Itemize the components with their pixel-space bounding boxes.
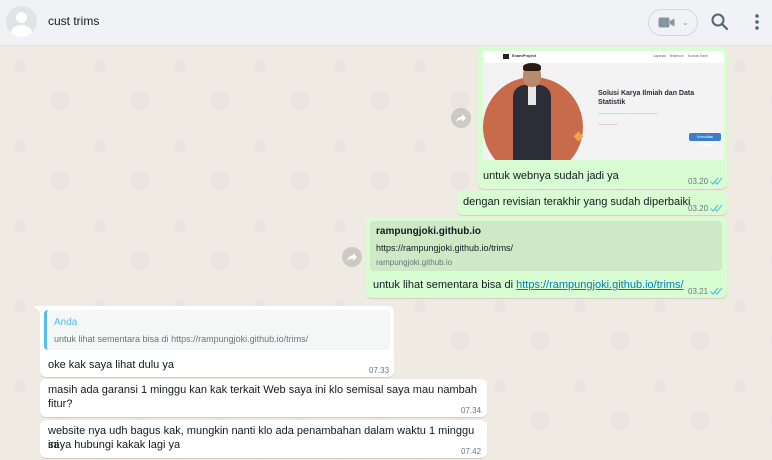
message-text-line: masih ada garansi 1 minggu kan kak terka… [48,384,478,396]
message-text-line: saya hubungi kakak lagi ya [48,439,181,451]
message-time: 03.20 [688,204,709,213]
website-screenshot-image[interactable]: ExamProject Layanan Testimoni Kontak Kam… [483,51,724,160]
video-call-button[interactable]: ⌄ [648,9,698,36]
search-icon [711,13,729,31]
image-hero-button: Konsultasi Sekarang [689,133,721,147]
image-nav-link: Layanan [653,54,667,58]
message-text: untuk lihat sementara bisa di https://ra… [373,278,684,292]
read-ticks-icon [710,177,723,185]
forward-icon [347,253,357,262]
image-nav-link: Testimoni [669,54,684,58]
message-text: oke kak saya lihat dulu ya [48,359,174,371]
chevron-down-icon: ⌄ [682,18,689,27]
message-bubble-outgoing[interactable]: rampungjoki.github.io https://rampungjok… [366,217,727,298]
forward-button[interactable] [451,108,471,128]
chat-header: cust trims ⌄ [0,0,772,46]
message-text-prefix: untuk lihat sementara bisa di [373,279,517,291]
message-time: 03.21 [688,287,709,296]
quoted-message[interactable]: Anda untuk lihat sementara bisa di https… [44,310,390,350]
message-text: untuk webnya sudah jadi ya [483,170,619,182]
message-bubble-outgoing[interactable]: ExamProject Layanan Testimoni Kontak Kam… [478,47,727,189]
image-navbar: ExamProject Layanan Testimoni Kontak Kam… [483,51,724,63]
avatar-icon[interactable] [6,6,37,37]
forward-icon [456,114,466,123]
menu-icon [755,14,759,30]
forward-button[interactable] [342,247,362,267]
read-ticks-icon [710,287,723,295]
message-bubble-incoming[interactable]: Anda untuk lihat sementara bisa di https… [40,306,394,377]
message-time: 07.34 [461,406,482,415]
image-hero-title: Solusi Karya Ilmiah dan Data Statistik [598,90,695,106]
link-preview-title: rampungjoki.github.io [376,226,481,237]
message-bubble-outgoing[interactable]: dengan revisian terakhir yang sudah dipe… [457,191,727,215]
video-icon [658,17,675,28]
message-text-line: fitur? [48,398,73,410]
link-preview-url: https://rampungjoki.github.io/trims/ [376,243,514,253]
image-hero-subtitle-line: ──────────────────────── [598,112,658,116]
quoted-text: untuk lihat sementara bisa di https://ra… [54,334,309,344]
chat-name[interactable]: cust trims [48,14,99,28]
image-logo-text: ExamProject [512,53,537,58]
search-button[interactable] [710,12,730,32]
image-person-hair [523,63,541,71]
message-bubble-incoming[interactable]: masih ada garansi 1 minggu kan kak terka… [40,379,487,417]
menu-button[interactable] [749,12,765,32]
link-preview-domain: rampungjoki.github.io [376,258,453,267]
quoted-author: Anda [54,317,78,328]
message-time: 07.42 [461,447,482,456]
link-preview-card[interactable]: rampungjoki.github.io https://rampungjok… [370,221,722,271]
message-link[interactable]: https://rampungjoki.github.io/trims/ [516,279,684,291]
message-bubble-incoming[interactable]: website nya udh bagus kak, mungkin nanti… [40,420,487,458]
image-nav-link: Kontak Kami [688,54,708,58]
message-time: 03.20 [688,177,709,186]
read-ticks-icon [710,204,723,212]
image-logo-icon [503,54,509,59]
image-person-shirt [528,85,536,105]
message-time: 07.33 [369,366,390,375]
message-text: dengan revisian terakhir yang sudah dipe… [463,196,691,208]
image-hero-subtitle-line: ──────── [598,123,618,127]
